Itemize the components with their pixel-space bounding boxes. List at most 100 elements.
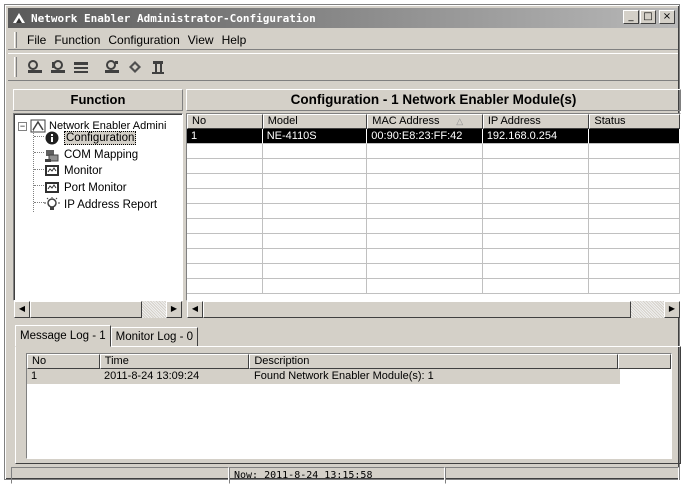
log-cell-time: 2011-8-24 13:09:24 <box>100 369 250 384</box>
column-no[interactable]: No <box>187 114 263 129</box>
configuration-hscrollbar[interactable]: ◀ ▶ <box>187 301 680 318</box>
tree-item-label: COM Mapping <box>64 149 139 161</box>
log-cell-description: Found Network Enabler Module(s): 1 <box>250 369 620 384</box>
diskette-icon[interactable] <box>125 57 145 77</box>
person-icon[interactable] <box>148 57 168 77</box>
tree-item-ip-address-report[interactable]: IP Address Report <box>44 197 157 213</box>
menu-configuration[interactable]: Configuration <box>104 33 183 47</box>
function-hscrollbar[interactable]: ◀ ▶ <box>14 301 182 318</box>
collapse-icon[interactable]: − <box>18 121 27 131</box>
empty-table-row <box>187 279 680 294</box>
sort-ascending-icon: △ <box>456 116 464 126</box>
cell-model: NE-4110S <box>262 129 368 144</box>
column-mac-address[interactable]: MAC Address △ <box>367 114 483 129</box>
column-status[interactable]: Status <box>589 114 680 129</box>
scroll-right-button[interactable]: ▶ <box>166 301 182 318</box>
column-model[interactable]: Model <box>262 114 368 129</box>
cell-status <box>589 129 680 144</box>
empty-table-row <box>187 204 680 219</box>
empty-cell <box>482 249 590 264</box>
log-header: No Time Description <box>27 354 671 369</box>
scroll-right-button[interactable]: ▶ <box>664 301 680 318</box>
column-ip-address[interactable]: IP Address <box>482 114 590 129</box>
maximize-button[interactable]: □ <box>640 10 656 24</box>
empty-table-row <box>187 234 680 249</box>
empty-cell <box>262 204 368 219</box>
empty-cell <box>187 204 263 219</box>
empty-cell <box>589 234 680 249</box>
empty-table-row <box>187 174 680 189</box>
status-bar: Now: 2011-8-24 13:15:58 <box>11 467 679 485</box>
empty-cell <box>482 144 590 159</box>
empty-cell <box>262 174 368 189</box>
scroll-left-button[interactable]: ◀ <box>14 301 30 318</box>
menu-help[interactable]: Help <box>218 33 251 47</box>
empty-table-row <box>187 219 680 234</box>
tree-item-configuration[interactable]: Configuration <box>44 130 137 146</box>
menu-view[interactable]: View <box>184 33 218 47</box>
empty-cell <box>367 174 483 189</box>
tree-item-monitor[interactable]: Monitor <box>44 163 102 179</box>
scroll-left-button[interactable]: ◀ <box>187 301 203 318</box>
configuration-header: Configuration - 1 Network Enabler Module… <box>186 89 681 111</box>
empty-cell <box>482 219 590 234</box>
empty-cell <box>262 159 368 174</box>
log-row[interactable]: 1 2011-8-24 13:09:24 Found Network Enabl… <box>27 369 671 384</box>
empty-cell <box>589 219 680 234</box>
table-row[interactable]: 1 NE-4110S 00:90:E8:23:FF:42 192.168.0.2… <box>187 129 680 144</box>
menu-grip <box>14 31 17 48</box>
column-description[interactable]: Description <box>249 354 619 369</box>
tree-item-label: IP Address Report <box>64 199 158 211</box>
empty-cell <box>367 249 483 264</box>
empty-cell <box>187 264 263 279</box>
empty-cell <box>262 264 368 279</box>
empty-table-row <box>187 144 680 159</box>
column-filler <box>618 354 671 369</box>
empty-cell <box>187 189 263 204</box>
empty-cell <box>589 249 680 264</box>
tree-item-port-monitor[interactable]: Port Monitor <box>44 180 127 196</box>
tab-monitor-log[interactable]: Monitor Log - 0 <box>110 327 199 347</box>
status-pane-right <box>445 467 679 484</box>
column-no[interactable]: No <box>27 354 100 369</box>
log-cell-no: 1 <box>27 369 100 384</box>
empty-table-row <box>187 264 680 279</box>
window-title: Network Enabler Administrator-Configurat… <box>31 11 316 25</box>
empty-cell <box>262 279 368 294</box>
empty-cell <box>482 234 590 249</box>
menu-function[interactable]: Function <box>50 33 104 47</box>
settings-icon[interactable] <box>102 57 122 77</box>
minimize-button[interactable]: _ <box>623 10 639 24</box>
close-button[interactable]: × <box>659 10 675 24</box>
port-monitor-icon <box>44 180 60 196</box>
function-pane: Function − Network Enabler Admini Config… <box>13 89 183 319</box>
cell-ip-address: 192.168.0.254 <box>482 129 590 144</box>
empty-cell <box>367 264 483 279</box>
info-icon <box>44 130 60 146</box>
empty-cell <box>589 174 680 189</box>
empty-cell <box>482 279 590 294</box>
broadcast-search-icon[interactable] <box>48 57 68 77</box>
menu-bar: File Function Configuration View Help <box>8 30 678 50</box>
tree-item-label: Port Monitor <box>64 182 127 194</box>
lightbulb-icon <box>44 197 60 213</box>
tab-message-log[interactable]: Message Log - 1 <box>15 325 111 347</box>
empty-cell <box>482 204 590 219</box>
tree-item-com-mapping[interactable]: COM Mapping <box>44 147 138 163</box>
scroll-thumb[interactable] <box>203 301 631 318</box>
scroll-thumb[interactable] <box>30 301 142 318</box>
empty-cell <box>367 189 483 204</box>
title-bar[interactable]: Network Enabler Administrator-Configurat… <box>8 8 678 28</box>
search-icon[interactable] <box>25 57 45 77</box>
menu-file[interactable]: File <box>23 33 50 47</box>
column-time[interactable]: Time <box>99 354 250 369</box>
tree-item-label: Configuration <box>64 131 137 145</box>
network-icon[interactable] <box>71 57 91 77</box>
column-mac-address-label: MAC Address <box>372 115 440 127</box>
empty-cell <box>482 189 590 204</box>
app-window: Network Enabler Administrator-Configurat… <box>4 4 681 484</box>
empty-cell <box>262 234 368 249</box>
cell-no: 1 <box>187 129 263 144</box>
empty-cell <box>589 204 680 219</box>
monitor-icon <box>44 163 60 179</box>
